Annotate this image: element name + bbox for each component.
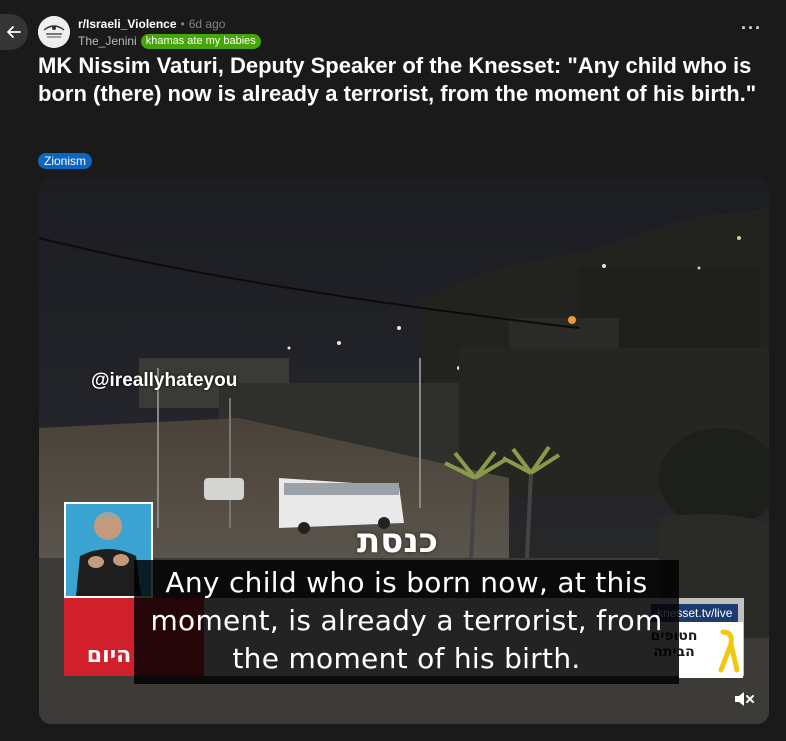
post-title: MK Nissim Vaturi, Deputy Speaker of the … (38, 53, 757, 106)
subreddit-avatar[interactable] (38, 16, 70, 48)
post-meta: r/Israeli_Violence • 6d ago The_Jenini k… (78, 16, 261, 49)
arrow-left-icon (7, 26, 21, 38)
video-watermark: @ireallyhateyou (91, 370, 238, 391)
author-link[interactable]: The_Jenini (78, 33, 137, 49)
knesset-channel-logo: כנסת (357, 521, 438, 561)
more-horizontal-icon: ··· (741, 18, 762, 38)
mute-button[interactable] (731, 686, 757, 712)
subreddit-avatar-icon (38, 16, 70, 48)
back-button[interactable] (0, 14, 28, 50)
speaker-muted-icon (735, 692, 754, 706)
post-flair-badge[interactable]: Zionism (38, 153, 93, 169)
post-timestamp: 6d ago (188, 17, 226, 31)
subreddit-link[interactable]: r/Israeli_Violence (78, 16, 177, 32)
video-subtitle: Any child who is born now, at this momen… (134, 560, 679, 684)
user-flair-badge: khamas ate my babies (140, 33, 261, 49)
video-player[interactable]: @ireallyhateyou כנסת היום knesset.tv/liv… (39, 178, 769, 724)
post-page: r/Israeli_Violence • 6d ago The_Jenini k… (0, 0, 786, 741)
more-options-button[interactable]: ··· (741, 18, 762, 38)
meta-separator: • (180, 17, 185, 31)
